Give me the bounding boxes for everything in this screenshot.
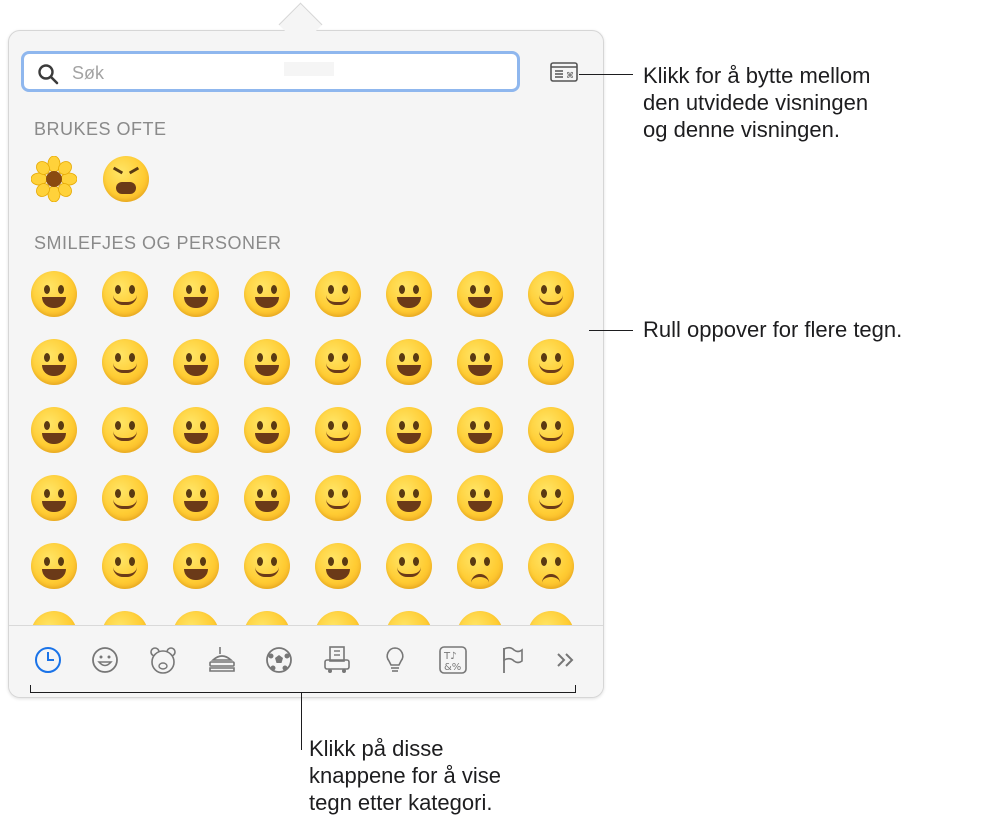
bear-icon[interactable] [147,644,179,676]
smiley-emoji[interactable] [457,407,503,453]
light-bulb-icon[interactable] [379,644,411,676]
bracket-right [575,685,576,693]
more-categories-icon[interactable] [549,644,581,676]
section-frequently-used: BRUKES OFTE [34,119,167,139]
smiley-emoji[interactable] [386,271,432,317]
smiley-emoji[interactable] [315,271,361,317]
smiley-emoji[interactable] [528,339,574,385]
svg-text:&%: &% [444,662,461,673]
smiley-emoji[interactable] [31,271,77,317]
smiley-emoji[interactable] [315,475,361,521]
smiley-emoji[interactable] [315,543,361,589]
smiley-emoji[interactable] [173,339,219,385]
smiley-emoji[interactable] [386,475,432,521]
smiley-emoji[interactable] [386,407,432,453]
sunflower-emoji[interactable] [31,156,77,202]
search-input[interactable] [70,59,494,87]
character-viewer-panel: ⌘ BRUKES OFTE SMILEFJES OG PERSONER [8,30,604,698]
callout-line-scroll [589,330,633,331]
soccer-ball-icon[interactable] [263,644,295,676]
callout-toggle: Klikk for å bytte mellom den utvidede vi… [643,63,871,142]
smiley-emoji[interactable] [102,543,148,589]
smiley-emoji[interactable] [244,543,290,589]
smiley-emoji[interactable] [173,475,219,521]
smiley-emoji[interactable] [528,271,574,317]
flag-icon[interactable] [496,644,528,676]
tired-face-emoji[interactable] [103,156,149,202]
smiley-emoji[interactable] [457,339,503,385]
smiley-emoji[interactable] [102,271,148,317]
smiley-emoji[interactable] [244,475,290,521]
smiley-emoji[interactable] [457,543,503,589]
food-icon[interactable] [206,644,238,676]
svg-text:⌘: ⌘ [566,71,574,80]
smiley-emoji[interactable] [528,543,574,589]
search-field[interactable] [21,51,520,92]
smiley-emoji[interactable] [31,543,77,589]
smiley-emoji[interactable] [528,475,574,521]
smiley-emoji[interactable] [102,339,148,385]
smiley-emoji[interactable] [31,475,77,521]
smiley-emoji[interactable] [457,271,503,317]
section-smileys-people: SMILEFJES OG PERSONER [34,233,282,253]
expanded-view-toggle-icon[interactable]: ⌘ [550,62,578,82]
smiley-emoji[interactable] [244,271,290,317]
search-icon [38,64,59,85]
smiley-emoji[interactable] [315,407,361,453]
smiley-emoji[interactable] [31,339,77,385]
smiley-icon[interactable] [89,644,121,676]
smiley-emoji[interactable] [386,543,432,589]
smiley-emoji[interactable] [173,543,219,589]
smiley-emoji[interactable] [386,339,432,385]
smiley-emoji[interactable] [315,339,361,385]
callout-categories: Klikk på disse knappene for å vise tegn … [309,736,502,815]
smiley-emoji[interactable] [173,407,219,453]
smiley-emoji[interactable] [528,407,574,453]
smiley-emoji[interactable] [457,475,503,521]
category-bar: T♪ &% [9,625,603,697]
smiley-emoji[interactable] [102,475,148,521]
smiley-emoji[interactable] [244,339,290,385]
smiley-emoji[interactable] [173,271,219,317]
smiley-emoji[interactable] [244,407,290,453]
smiley-emoji[interactable] [102,407,148,453]
bracket-bottom [30,692,576,693]
callout-line-categories [301,692,302,750]
buildings-icon[interactable] [321,644,353,676]
callout-line-toggle [579,74,633,75]
svg-text:T♪: T♪ [443,651,457,662]
smiley-emoji[interactable] [31,407,77,453]
symbols-icon[interactable]: T♪ &% [437,644,469,676]
callout-scroll: Rull oppover for flere tegn. [643,317,903,342]
clock-icon[interactable] [32,644,64,676]
